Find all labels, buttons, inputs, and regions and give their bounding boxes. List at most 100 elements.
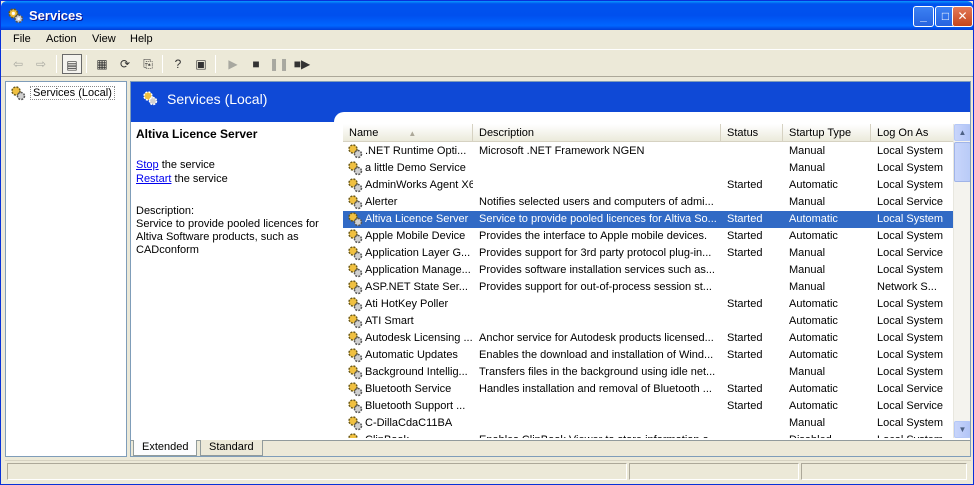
menu-bar: File Action View Help — [1, 30, 973, 50]
service-gear-icon — [348, 144, 363, 159]
service-gear-icon — [348, 263, 363, 278]
tab-extended[interactable]: Extended — [133, 440, 198, 456]
service-startup-cell: Manual — [789, 145, 826, 157]
menu-action[interactable]: Action — [46, 33, 77, 45]
service-description-panel: Altiva Licence Server Stop the service R… — [136, 127, 326, 447]
service-gear-icon — [348, 382, 363, 397]
service-logon-cell: Local System — [877, 315, 944, 327]
window-title: Services — [29, 8, 83, 23]
table-row[interactable]: ATI Smart Automatic Local System — [343, 313, 953, 330]
service-name-cell: ClipBook — [365, 434, 473, 438]
minimize-button[interactable]: _ — [913, 6, 934, 27]
service-description-cell: Provides support for out-of-process sess… — [479, 281, 712, 293]
table-row[interactable]: AdminWorks Agent X6 Started Automatic Local… — [343, 177, 953, 194]
table-row[interactable]: Altiva Licence Server Service to provide … — [343, 211, 953, 228]
service-status-cell: Started — [727, 400, 763, 412]
table-row[interactable]: a little Demo Service Manual Local System — [343, 160, 953, 177]
service-startup-cell: Manual — [789, 196, 826, 208]
service-status-cell: Started — [727, 247, 763, 259]
table-row[interactable]: Apple Mobile Device Provides the interfac… — [343, 228, 953, 245]
table-row[interactable]: ASP.NET State Ser... Provides support for… — [343, 279, 953, 296]
service-startup-cell: Manual — [789, 281, 826, 293]
service-name-cell: Alerter — [365, 196, 398, 208]
title-bar[interactable]: Services _ □ ✕ — [1, 1, 973, 30]
menu-help[interactable]: Help — [130, 33, 153, 45]
toolbar-separator — [215, 55, 216, 73]
table-row[interactable]: Application Manage... Provides software i… — [343, 262, 953, 279]
status-segment — [629, 463, 799, 480]
scroll-up-button[interactable]: ▲ — [954, 124, 970, 141]
pane-banner: Services (Local) — [131, 82, 970, 124]
service-name-cell: Autodesk Licensing ... — [365, 332, 473, 344]
restart-icon[interactable]: ■▶ — [292, 54, 312, 74]
column-header-startup-type[interactable]: Startup Type — [783, 124, 871, 142]
service-startup-cell: Manual — [789, 162, 826, 174]
table-row[interactable]: .NET Runtime Opti... Microsoft .NET Frame… — [343, 143, 953, 160]
refresh-icon[interactable]: ⟳ — [115, 54, 135, 74]
scroll-thumb[interactable] — [954, 142, 970, 182]
pause-icon[interactable]: ❚❚ — [269, 54, 289, 74]
service-description-cell: Enables the download and installation of… — [479, 349, 714, 361]
properties-icon[interactable]: ▦ — [92, 54, 112, 74]
service-gear-icon — [348, 178, 363, 193]
service-name-cell: AdminWorks Agent X6 — [365, 179, 473, 191]
service-logon-cell: Local System — [877, 332, 944, 344]
table-row[interactable]: Autodesk Licensing ... Anchor service for… — [343, 330, 953, 347]
view-tabs: Extended Standard — [131, 440, 970, 456]
service-description-cell: Provides software installation services … — [479, 264, 715, 276]
play-icon[interactable]: ▶ — [223, 54, 243, 74]
column-header-status[interactable]: Status — [721, 124, 783, 142]
service-description-cell: Provides the interface to Apple mobile d… — [479, 230, 708, 242]
restart-service-link[interactable]: Restart — [136, 173, 171, 185]
table-row[interactable]: Bluetooth Service Handles installation an… — [343, 381, 953, 398]
column-header-name[interactable]: Name ▲ — [343, 124, 473, 142]
service-startup-cell: Manual — [789, 247, 826, 259]
toolbar: ⇦ ⇨ ▤ ▦ ⟳ ⎘ ? ▣ ▶ ■ ❚❚ ■▶ — [1, 51, 973, 77]
table-row[interactable]: Background Intellig... Transfers files in… — [343, 364, 953, 381]
status-segment — [7, 463, 627, 480]
column-header-description[interactable]: Description — [473, 124, 721, 142]
console-icon[interactable]: ▣ — [191, 54, 211, 74]
forward-arrow-icon[interactable]: ⇨ — [31, 54, 51, 74]
table-row[interactable]: Alerter Notifies selected users and compu… — [343, 194, 953, 211]
tab-standard[interactable]: Standard — [200, 440, 263, 456]
table-row[interactable]: Application Layer G... Provides support f… — [343, 245, 953, 262]
table-row[interactable]: ClipBook Enables ClipBook Viewer to store… — [343, 432, 953, 438]
table-row[interactable]: Bluetooth Support ... Started Automatic Loc… — [343, 398, 953, 415]
column-header-log-on-as[interactable]: Log On As — [871, 124, 953, 142]
service-gear-icon — [348, 314, 363, 329]
service-startup-cell: Automatic — [789, 383, 838, 395]
service-logon-cell: Local System — [877, 434, 951, 438]
menu-view[interactable]: View — [92, 33, 116, 45]
service-status-cell: Started — [727, 213, 763, 225]
help-icon[interactable]: ? — [168, 54, 188, 74]
service-name-cell: Application Manage... — [365, 264, 471, 276]
table-row[interactable]: Ati HotKey Poller Started Automatic Local S… — [343, 296, 953, 313]
service-description-cell: Provides support for 3rd party protocol … — [479, 247, 712, 259]
service-logon-cell: Network S... — [877, 281, 937, 293]
services-list: Name ▲ Description Status Startup Type Lo… — [343, 124, 970, 438]
service-status-cell: Started — [727, 298, 763, 310]
back-arrow-icon[interactable]: ⇦ — [8, 54, 28, 74]
status-segment — [801, 463, 967, 480]
service-logon-cell: Local Service — [877, 196, 944, 208]
service-logon-cell: Local System — [877, 162, 944, 174]
service-startup-cell: Manual — [789, 417, 826, 429]
vertical-scrollbar[interactable]: ▲ ▼ — [953, 124, 970, 438]
scroll-down-button[interactable]: ▼ — [954, 421, 970, 438]
service-logon-cell: Local System — [877, 179, 944, 191]
service-startup-cell: Automatic — [789, 230, 838, 242]
close-button[interactable]: ✕ — [952, 6, 973, 27]
stop-service-link[interactable]: Stop — [136, 159, 159, 171]
export-list-icon[interactable]: ⎘ — [138, 54, 158, 74]
service-gear-icon — [348, 280, 363, 295]
menu-file[interactable]: File — [13, 33, 31, 45]
service-startup-cell: Disabled — [789, 434, 869, 438]
table-row[interactable]: Automatic Updates Enables the download an… — [343, 347, 953, 364]
service-name-cell: Altiva Licence Server — [365, 213, 469, 225]
stop-icon[interactable]: ■ — [246, 54, 266, 74]
toolbar-separator — [86, 55, 87, 73]
show-hide-tree-icon[interactable]: ▤ — [62, 54, 82, 74]
table-row[interactable]: C-DillaCdaC11BA Manual Local System — [343, 415, 953, 432]
service-name-cell: .NET Runtime Opti... — [365, 145, 467, 157]
